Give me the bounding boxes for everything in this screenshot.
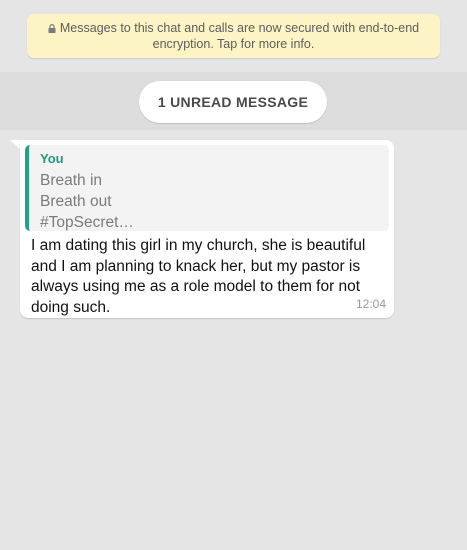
quoted-message-line: #TopSecret… xyxy=(40,214,134,231)
encryption-notice[interactable]: Messages to this chat and calls are now … xyxy=(27,14,440,58)
quoted-message-line: Breath in xyxy=(40,172,103,189)
message-bubble[interactable]: You Breath in Breath out #TopSecret… I a… xyxy=(20,140,394,318)
quoted-message-line: Breath out xyxy=(40,193,112,210)
message-text: I am dating this girl in my church, she … xyxy=(31,237,366,316)
lock-icon xyxy=(48,24,56,33)
quoted-message[interactable]: You Breath in Breath out #TopSecret… xyxy=(25,145,389,231)
unread-messages-badge: 1 UNREAD MESSAGE xyxy=(139,81,327,123)
encryption-notice-text: Messages to this chat and calls are now … xyxy=(59,21,420,51)
quoted-message-author: You xyxy=(40,151,64,166)
message-timestamp: 12:04 xyxy=(355,297,386,311)
